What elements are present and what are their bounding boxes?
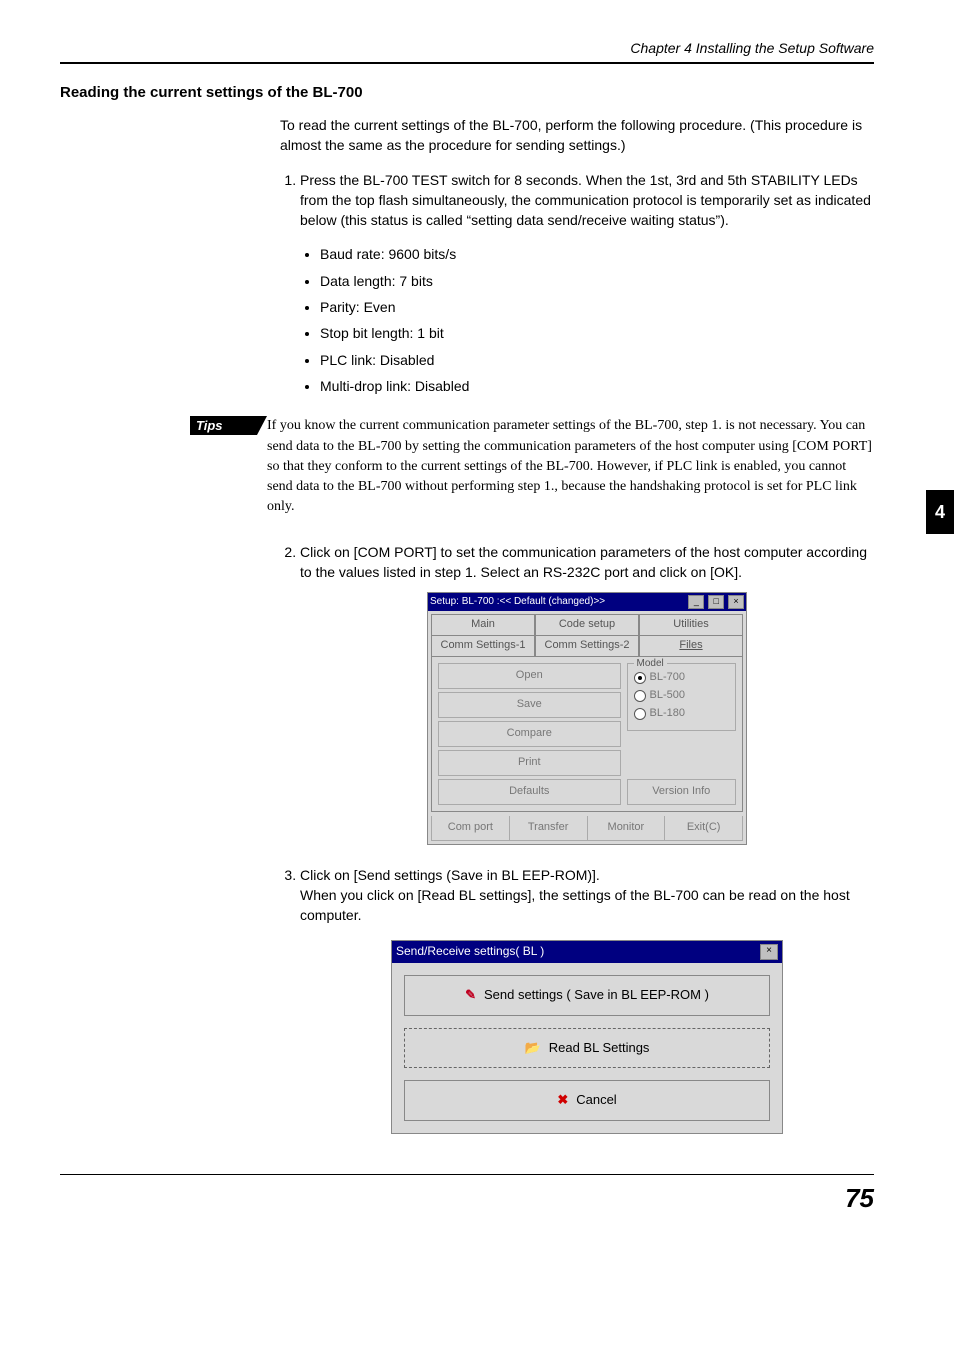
intro-paragraph: To read the current settings of the BL-7… (280, 115, 874, 156)
tabs-row-1: Main Code setup Utilities (431, 614, 743, 635)
bullet-item: Data length: 7 bits (320, 271, 874, 291)
x-icon: ✖ (557, 1091, 568, 1110)
monitor-button[interactable]: Monitor (588, 816, 666, 841)
send-settings-button[interactable]: ✎ Send settings ( Save in BL EEP-ROM ) (404, 975, 770, 1016)
defaults-button[interactable]: Defaults (438, 779, 621, 805)
tab-comm-1[interactable]: Comm Settings-1 (431, 635, 535, 656)
step-2: Click on [COM PORT] to set the communica… (300, 542, 874, 845)
model-group: Model BL-700 BL-500 BL-180 (627, 663, 737, 731)
tab-files[interactable]: Files (639, 635, 743, 656)
open-button[interactable]: Open (438, 663, 621, 689)
steps-list-cont: Click on [COM PORT] to set the communica… (280, 542, 874, 1135)
com-port-button[interactable]: Com port (431, 816, 510, 841)
radio-icon (634, 690, 646, 702)
chapter-side-tab: 4 (926, 490, 954, 534)
comm-params-list: Baud rate: 9600 bits/s Data length: 7 bi… (320, 244, 874, 396)
tab-comm-2[interactable]: Comm Settings-2 (535, 635, 639, 656)
step-3: Click on [Send settings (Save in BL EEP-… (300, 865, 874, 1134)
cancel-button[interactable]: ✖ Cancel (404, 1080, 770, 1121)
footer-rule (60, 1174, 874, 1175)
app-titlebar: Setup: BL-700 :<< Default (changed)>> _ … (428, 593, 746, 611)
radio-icon (634, 708, 646, 720)
send-receive-dialog: Send/Receive settings( BL ) × ✎ Send set… (391, 940, 783, 1135)
tips-block: Tips If you know the current communicati… (60, 416, 874, 517)
model-col: Model BL-700 BL-500 BL-180 Version Info (627, 663, 737, 805)
minimize-icon[interactable]: _ (688, 595, 704, 609)
model-legend: Model (634, 657, 667, 672)
header-rule (60, 62, 874, 64)
tabs-row-2: Comm Settings-1 Comm Settings-2 Files (431, 635, 743, 656)
exit-button[interactable]: Exit(C) (665, 816, 743, 841)
print-button[interactable]: Print (438, 750, 621, 776)
files-panel: Open Save Compare Print Defaults Model B… (431, 656, 743, 812)
app-title-text: Setup: BL-700 :<< Default (changed)>> (430, 595, 605, 610)
step-2-text: Click on [COM PORT] to set the communica… (300, 544, 867, 580)
compare-button[interactable]: Compare (438, 721, 621, 747)
bullet-item: Multi-drop link: Disabled (320, 376, 874, 396)
pen-icon: ✎ (465, 986, 476, 1005)
tips-badge: Tips (190, 416, 257, 435)
close-icon[interactable]: × (760, 944, 778, 960)
close-icon[interactable]: × (728, 595, 744, 609)
section-title: Reading the current settings of the BL-7… (60, 84, 874, 101)
step-1-text: Press the BL-700 TEST switch for 8 secon… (300, 172, 871, 229)
step-3b-text: When you click on [Read BL settings], th… (300, 887, 850, 923)
model-bl180[interactable]: BL-180 (634, 706, 730, 722)
dialog-titlebar: Send/Receive settings( BL ) × (392, 941, 782, 963)
tab-main[interactable]: Main (431, 614, 535, 635)
file-buttons-col: Open Save Compare Print Defaults (438, 663, 621, 805)
tab-utilities[interactable]: Utilities (639, 614, 743, 635)
page-number: 75 (60, 1183, 874, 1214)
bullet-item: PLC link: Disabled (320, 350, 874, 370)
model-bl500[interactable]: BL-500 (634, 688, 730, 704)
read-bl-settings-button[interactable]: 📂 Read BL Settings (404, 1028, 770, 1069)
step-3a-text: Click on [Send settings (Save in BL EEP-… (300, 867, 600, 883)
radio-icon (634, 672, 646, 684)
tab-code-setup[interactable]: Code setup (535, 614, 639, 635)
dialog-title-text: Send/Receive settings( BL ) (396, 943, 544, 960)
page-header: Chapter 4 Installing the Setup Software (60, 40, 874, 56)
model-bl700[interactable]: BL-700 (634, 670, 730, 686)
folder-open-icon: 📂 (525, 1039, 541, 1058)
maximize-icon[interactable]: □ (708, 595, 724, 609)
step-1: Press the BL-700 TEST switch for 8 secon… (300, 170, 874, 397)
steps-list: Press the BL-700 TEST switch for 8 secon… (280, 170, 874, 397)
bullet-item: Parity: Even (320, 297, 874, 317)
save-button[interactable]: Save (438, 692, 621, 718)
version-info-button[interactable]: Version Info (627, 779, 737, 805)
tips-text: If you know the current communication pa… (267, 416, 874, 517)
bullet-item: Stop bit length: 1 bit (320, 323, 874, 343)
transfer-button[interactable]: Transfer (510, 816, 588, 841)
setup-app-window: Setup: BL-700 :<< Default (changed)>> _ … (427, 592, 747, 845)
bottom-button-row: Com port Transfer Monitor Exit(C) (431, 816, 743, 841)
bullet-item: Baud rate: 9600 bits/s (320, 244, 874, 264)
window-controls: _ □ × (687, 595, 744, 610)
